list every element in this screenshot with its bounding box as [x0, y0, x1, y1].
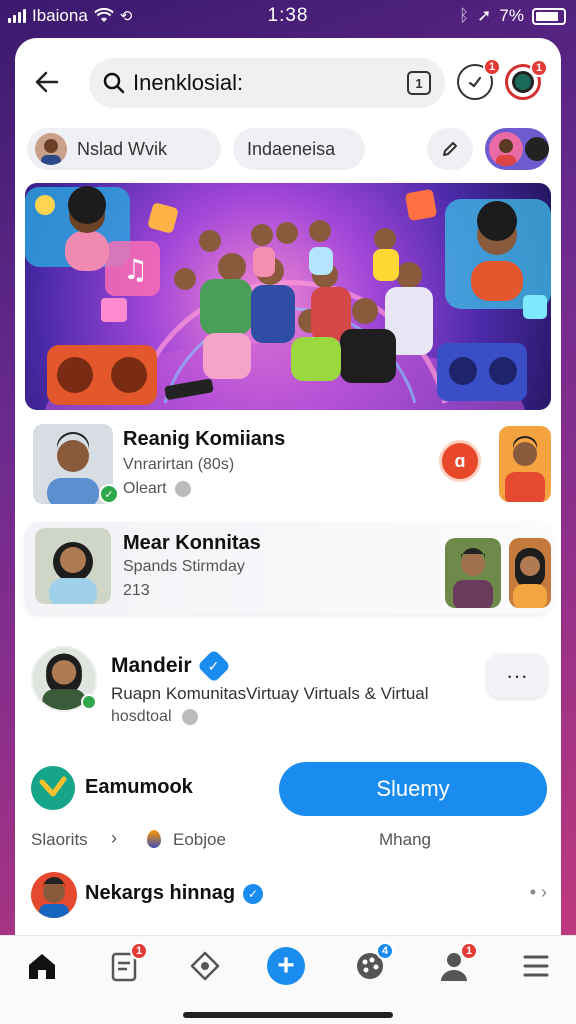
timer-button[interactable]: 1	[457, 58, 501, 100]
notification-badge: 1	[130, 942, 148, 960]
avatar	[35, 133, 67, 165]
verified-badge-icon: ✓	[196, 649, 231, 683]
action-row: Eamumook Sluemy	[15, 758, 561, 818]
search-icon	[103, 72, 125, 94]
svg-text:♫: ♫	[123, 253, 148, 286]
online-status-icon	[81, 694, 97, 710]
live-badge-button[interactable]: ɑ	[439, 440, 481, 482]
follow-button[interactable]: Sluemy	[279, 762, 547, 816]
nav-create[interactable]: +	[266, 946, 306, 986]
chevron-right-icon[interactable]: • ›	[530, 882, 547, 903]
notification-badge: 1	[483, 58, 501, 76]
meta-right[interactable]: Mhang	[379, 830, 431, 850]
notification-badge: 1	[530, 59, 548, 77]
chip-region[interactable]: Indaeneisa	[233, 128, 365, 170]
filter-chips: Nslad Wvik Indaeneisa	[15, 128, 561, 170]
ellipsis-icon: ···	[506, 663, 528, 688]
profile-name: Mandeir	[111, 654, 192, 677]
nav-explore[interactable]	[185, 946, 225, 986]
avatar	[31, 872, 77, 918]
more-options-button[interactable]: ···	[487, 654, 547, 698]
flame-icon	[147, 830, 161, 848]
profile-menu-button[interactable]: 1	[505, 59, 548, 100]
nav-tasks[interactable]: 1	[104, 942, 148, 986]
community-subtitle: Vnrarirtan (80s)	[123, 456, 235, 473]
community-subtitle: Spands Stirmday	[123, 558, 245, 575]
nav-profile[interactable]: 1	[434, 942, 478, 986]
status-bar: Ibaiona ⟲ 1:38 ᛒ ➚ 7%	[0, 0, 576, 32]
nav-menu[interactable]	[516, 946, 556, 986]
profile-section: Mandeir ✓ Ruapn KomunitasVirtuay Virtual…	[15, 638, 561, 738]
community-photo	[35, 528, 111, 604]
edit-button[interactable]	[427, 128, 473, 170]
nav-home[interactable]	[22, 946, 62, 986]
search-bar[interactable]: Inenklosial: 1	[89, 58, 445, 108]
member-photo	[509, 538, 551, 608]
bluetooth-icon: ᛒ	[458, 6, 470, 25]
timer-icon	[468, 76, 482, 88]
group-avatars[interactable]	[485, 128, 549, 170]
chevron-right-icon: ›	[111, 828, 117, 848]
record-icon	[512, 71, 534, 93]
globe-icon	[174, 481, 191, 497]
compass-icon	[190, 951, 220, 981]
profile-name-row: Mandeir ✓	[111, 649, 231, 683]
battery-icon	[532, 7, 566, 25]
meta-middle[interactable]: Eobjoe	[173, 830, 226, 850]
home-icon	[29, 954, 55, 979]
location-icon: ➚	[477, 6, 492, 25]
community-banner-illustration: ♫	[25, 186, 551, 410]
menu-icon	[523, 955, 549, 977]
brand-logo-icon	[31, 766, 75, 810]
meta-row: Slaorits › Eobjoe Mhang	[15, 828, 561, 852]
arrow-left-icon	[35, 71, 59, 93]
notification-badge: 4	[376, 942, 394, 960]
community-meta: 213	[123, 582, 150, 599]
hero-banner[interactable]: ♫	[25, 183, 551, 410]
member-photo	[499, 426, 551, 502]
community-title: Mear Konnitas	[123, 532, 261, 554]
chip-label: Nslad Wvik	[77, 138, 168, 159]
avatar	[525, 137, 549, 161]
battery-percent: 7%	[499, 6, 524, 25]
meta-left[interactable]: Slaorits	[31, 830, 88, 850]
avatar	[489, 132, 523, 166]
community-card[interactable]: ✓ Reanig Komiians Vnrarirtan (80s) Olear…	[25, 418, 551, 514]
bottom-nav: 1 + 4 1	[0, 935, 576, 1024]
globe-icon	[181, 709, 198, 725]
pencil-icon	[443, 142, 457, 156]
main-card: Inenklosial: 1 1 1 Nslad Wvik Indaeneisa	[15, 38, 561, 938]
community-meta: Oleart	[123, 480, 191, 498]
verified-badge-icon: ✓	[243, 883, 264, 904]
profile-description: Ruapn KomunitasVirtuay Virtuals & Virtua…	[111, 684, 429, 703]
search-input[interactable]: Inenklosial:	[133, 70, 243, 96]
notification-badge: 1	[460, 942, 478, 960]
add-icon: +	[267, 947, 305, 985]
back-button[interactable]	[33, 68, 61, 96]
nav-games[interactable]: 4	[350, 942, 394, 986]
list-item-name-row: Nekargs hinnag ✓	[85, 882, 264, 905]
home-indicator[interactable]	[183, 1012, 393, 1018]
member-photo	[445, 538, 501, 608]
top-bar: Inenklosial: 1 1 1	[15, 56, 561, 108]
community-title: Reanig Komiians	[123, 428, 286, 450]
verified-check-icon: ✓	[99, 484, 119, 504]
community-card[interactable]: Mear Konnitas Spands Stirmday 213	[25, 522, 551, 614]
brand-label: Eamumook	[85, 776, 193, 798]
chip-user[interactable]: Nslad Wvik	[27, 128, 221, 170]
scan-icon[interactable]: 1	[407, 71, 431, 95]
status-right: ᛒ ➚ 7%	[459, 6, 566, 26]
profile-meta: hosdtoal	[111, 708, 198, 726]
list-item-name: Nekargs hinnag	[85, 882, 236, 904]
list-item[interactable]: Nekargs hinnag ✓ • ›	[15, 870, 561, 920]
chip-label: Indaeneisa	[247, 138, 336, 159]
